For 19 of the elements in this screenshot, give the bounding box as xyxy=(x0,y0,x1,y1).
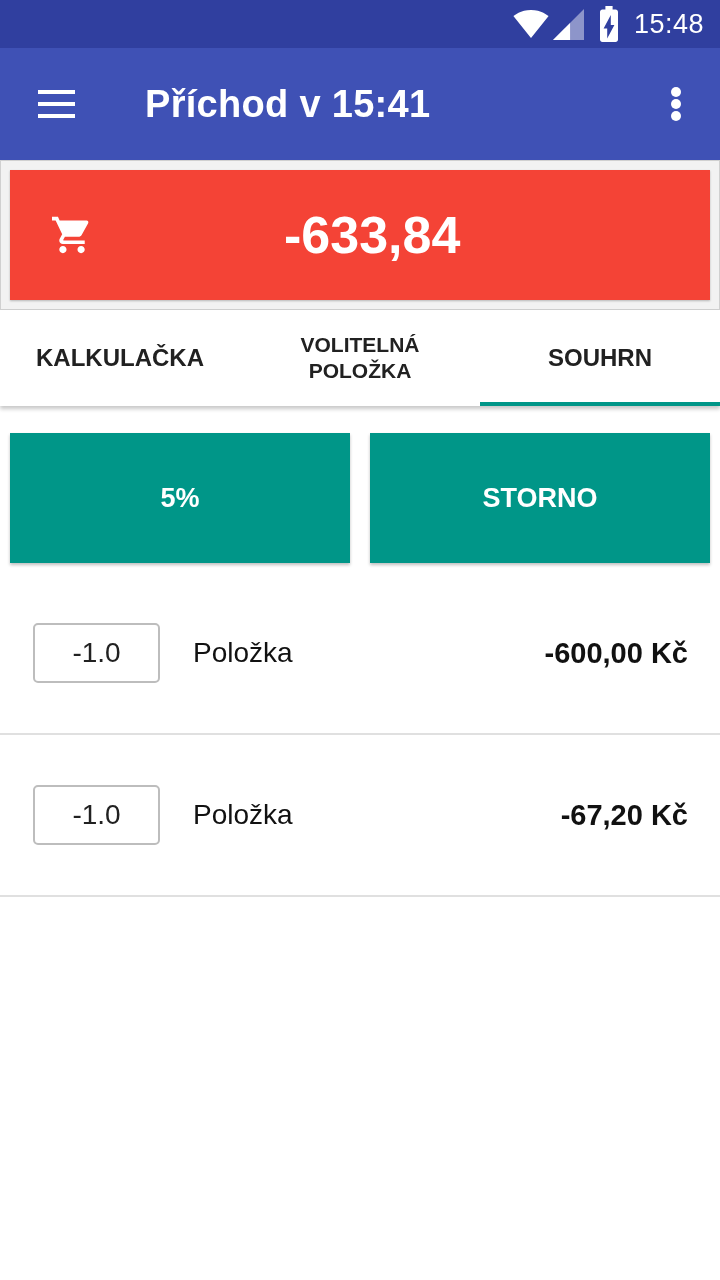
tab[interactable]: SOUHRN xyxy=(480,310,720,406)
item-price: -600,00 Kč xyxy=(544,636,688,670)
item-name: Položka xyxy=(193,799,294,831)
battery-charging-icon xyxy=(597,6,620,42)
menu-icon[interactable] xyxy=(38,90,75,118)
signal-icon xyxy=(552,8,584,40)
quantity-field[interactable]: -1.0 xyxy=(33,785,160,845)
screen-title: Příchod v 15:41 xyxy=(145,82,432,126)
quantity-field[interactable]: -1.0 xyxy=(33,623,160,683)
action-button[interactable]: 5% xyxy=(10,433,350,563)
action-button[interactable]: STORNO xyxy=(370,433,710,563)
item-name: Položka xyxy=(193,637,294,669)
item-price: -67,20 Kč xyxy=(560,798,688,832)
more-options-icon[interactable] xyxy=(671,87,681,121)
tab[interactable]: KALKULAČKA xyxy=(0,310,240,406)
tab[interactable]: VOLITELNÁ POLOŽKA xyxy=(240,310,480,406)
wifi-icon xyxy=(512,10,549,38)
total-amount: -633,84 xyxy=(284,205,461,265)
status-time: 15:48 xyxy=(633,8,704,40)
